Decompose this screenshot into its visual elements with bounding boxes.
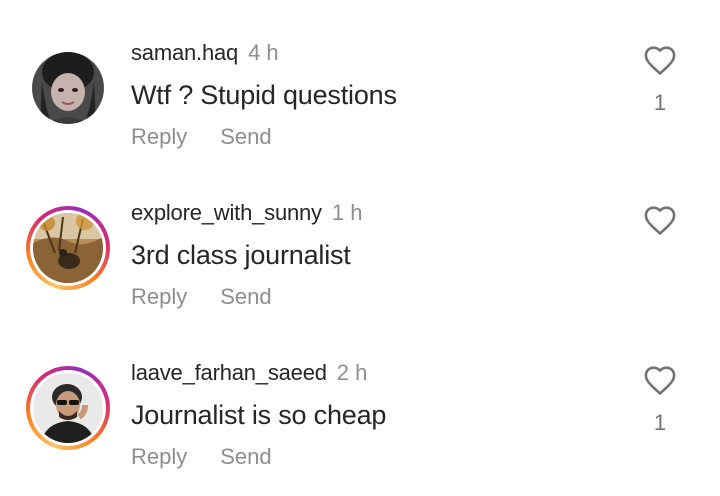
comment-text: 3rd class journalist bbox=[131, 240, 351, 270]
reply-button[interactable]: Reply bbox=[131, 284, 187, 310]
comment-timestamp: 4 h bbox=[248, 40, 279, 65]
comment-item: explore_with_sunny 1 h 3rd class journal… bbox=[0, 180, 720, 330]
avatar-story-ring[interactable] bbox=[26, 206, 110, 290]
send-button[interactable]: Send bbox=[220, 284, 271, 310]
avatar bbox=[32, 52, 104, 124]
comment-text: Journalist is so cheap bbox=[131, 400, 387, 430]
avatar-story-ring[interactable] bbox=[26, 366, 110, 450]
reply-button[interactable]: Reply bbox=[131, 124, 187, 150]
comment-item: saman.haq 4 h Wtf ? Stupid questions Rep… bbox=[0, 20, 720, 170]
like-count: 1 bbox=[653, 410, 667, 435]
reply-button[interactable]: Reply bbox=[131, 444, 187, 470]
comment-timestamp: 1 h bbox=[331, 200, 363, 225]
send-button[interactable]: Send bbox=[220, 444, 271, 470]
heart-outline-icon[interactable] bbox=[642, 44, 678, 76]
heart-outline-icon[interactable] bbox=[642, 204, 678, 236]
comment-text: Wtf ? Stupid questions bbox=[131, 80, 397, 110]
comment-timestamp: 2 h bbox=[336, 360, 368, 385]
comment-username[interactable]: explore_with_sunny bbox=[131, 200, 322, 226]
heart-outline-icon[interactable] bbox=[642, 364, 678, 396]
like-count: 1 bbox=[653, 90, 667, 115]
send-button[interactable]: Send bbox=[220, 124, 271, 150]
comment-username[interactable]: saman.haq bbox=[131, 40, 238, 66]
comment-username[interactable]: laave_farhan_saeed bbox=[131, 360, 327, 386]
avatar bbox=[33, 373, 103, 443]
comment-item: laave_farhan_saeed 2 h Journalist is so … bbox=[0, 340, 720, 490]
avatar bbox=[33, 213, 103, 283]
avatar-button[interactable] bbox=[32, 52, 104, 124]
